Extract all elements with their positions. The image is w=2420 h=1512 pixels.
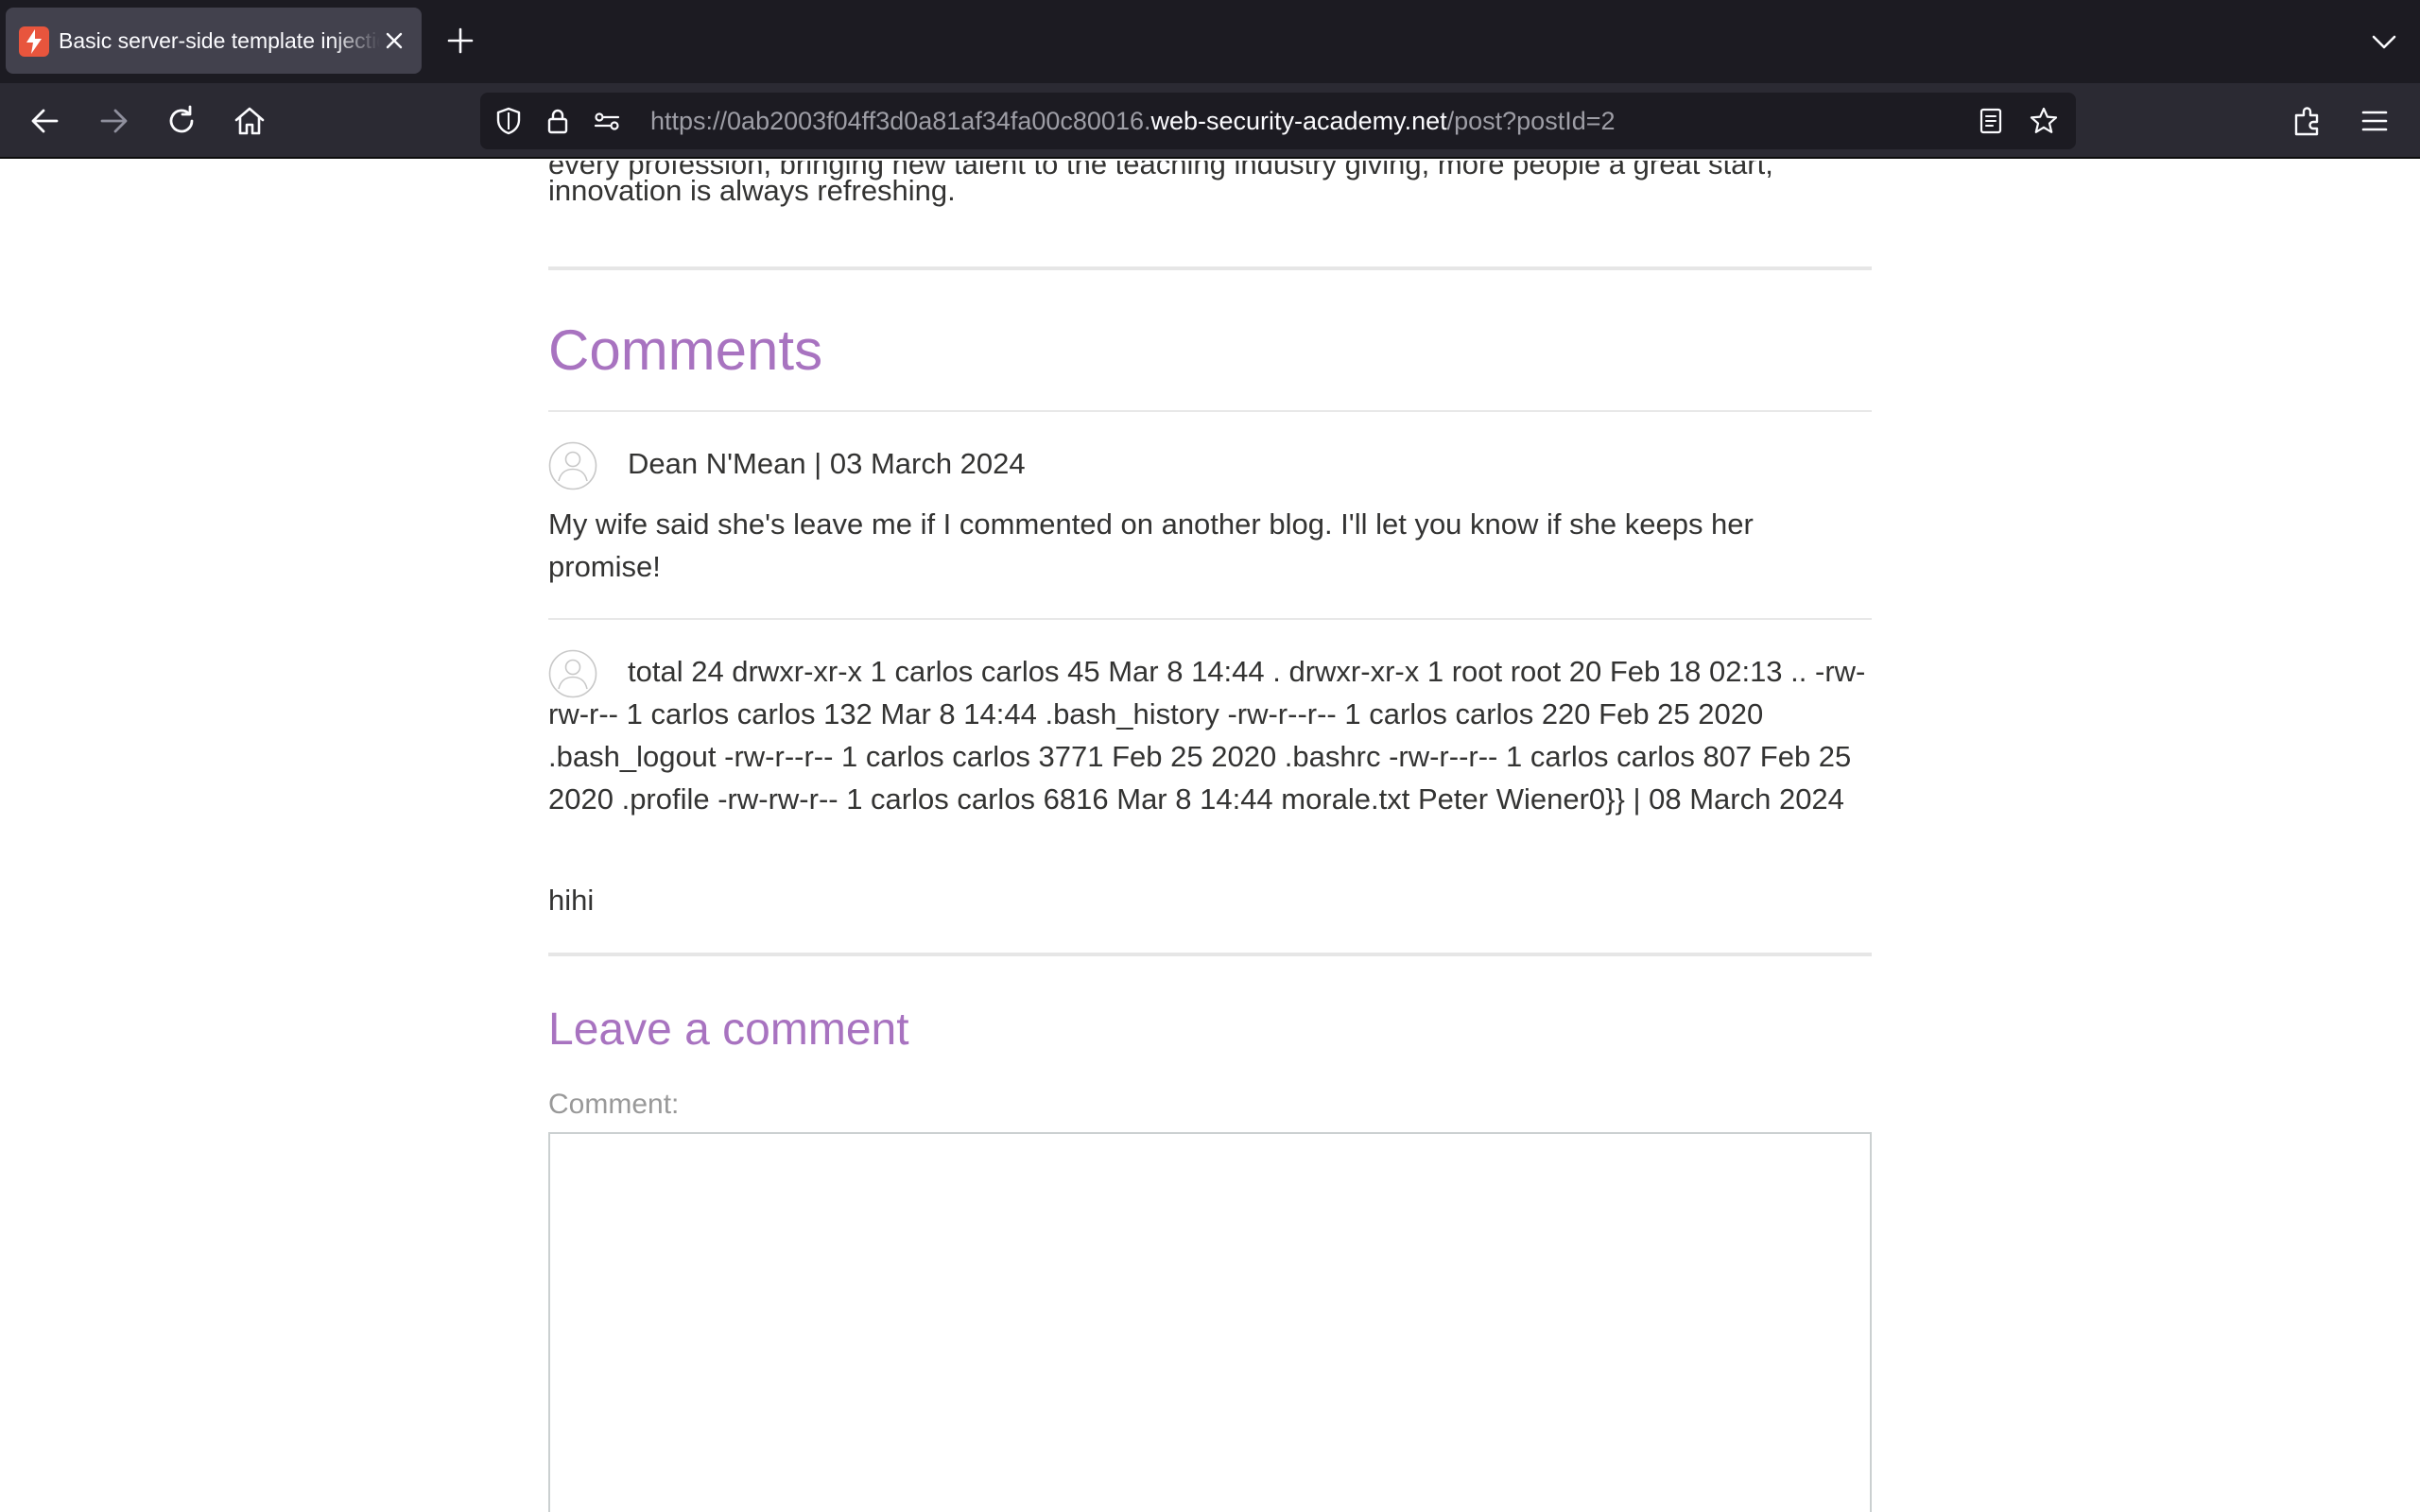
browser-tab-active[interactable]: Basic server-side template injection (co…: [6, 8, 422, 74]
comment-author-date: Dean N'Mean | 03 March 2024: [628, 447, 1026, 480]
navigation-toolbar: https://0ab2003f04ff3d0a81af34fa00c80016…: [0, 83, 2420, 159]
tracking-protection-shield-icon[interactable]: [493, 106, 524, 136]
address-bar[interactable]: https://0ab2003f04ff3d0a81af34fa00c80016…: [480, 93, 2076, 149]
list-all-tabs-icon[interactable]: [2369, 26, 2399, 57]
forward-icon[interactable]: [95, 102, 132, 140]
url-domain: web-security-academy.net: [1150, 107, 1447, 135]
comment-textarea[interactable]: [548, 1132, 1872, 1512]
web-page: every profession, bringing new talent to…: [0, 161, 2420, 1512]
comments-divider: [548, 410, 1872, 412]
app-menu-icon[interactable]: [2356, 102, 2394, 140]
url-prefix: https://0ab2003f04ff3d0a81af34fa00c80016…: [650, 107, 1151, 135]
post-divider: [548, 266, 1872, 270]
reload-icon[interactable]: [163, 102, 200, 140]
url-path: /post?postId=2: [1446, 107, 1616, 135]
comment-body: My wife said she's leave me if I comment…: [548, 507, 1754, 583]
tab-title: Basic server-side template injection (co…: [59, 28, 380, 53]
comments-heading: Comments: [548, 318, 823, 382]
extensions-icon[interactable]: [2288, 102, 2325, 140]
reader-view-icon[interactable]: [1976, 106, 2006, 136]
burp-favicon-icon: [19, 26, 49, 57]
tab-strip: Basic server-side template injection (co…: [0, 0, 2420, 83]
new-tab-icon[interactable]: [444, 25, 476, 57]
permissions-icon[interactable]: [592, 106, 622, 136]
post-text-end: innovation is always refreshing.: [548, 174, 956, 207]
bookmark-star-icon[interactable]: [2029, 106, 2059, 136]
home-icon[interactable]: [231, 102, 268, 140]
lock-icon[interactable]: [543, 106, 573, 136]
comments-end-divider: [548, 953, 1872, 956]
url-text[interactable]: https://0ab2003f04ff3d0a81af34fa00c80016…: [650, 93, 1616, 149]
close-tab-icon[interactable]: [380, 26, 408, 55]
comment-label: Comment:: [548, 1089, 680, 1120]
back-icon[interactable]: [26, 102, 64, 140]
comment-body: hihi: [548, 884, 595, 917]
comment-divider: [548, 618, 1872, 620]
leave-comment-heading: Leave a comment: [548, 1005, 909, 1055]
comment-author-date: total 24 drwxr-xr-x 1 carlos carlos 45 M…: [548, 655, 1866, 816]
